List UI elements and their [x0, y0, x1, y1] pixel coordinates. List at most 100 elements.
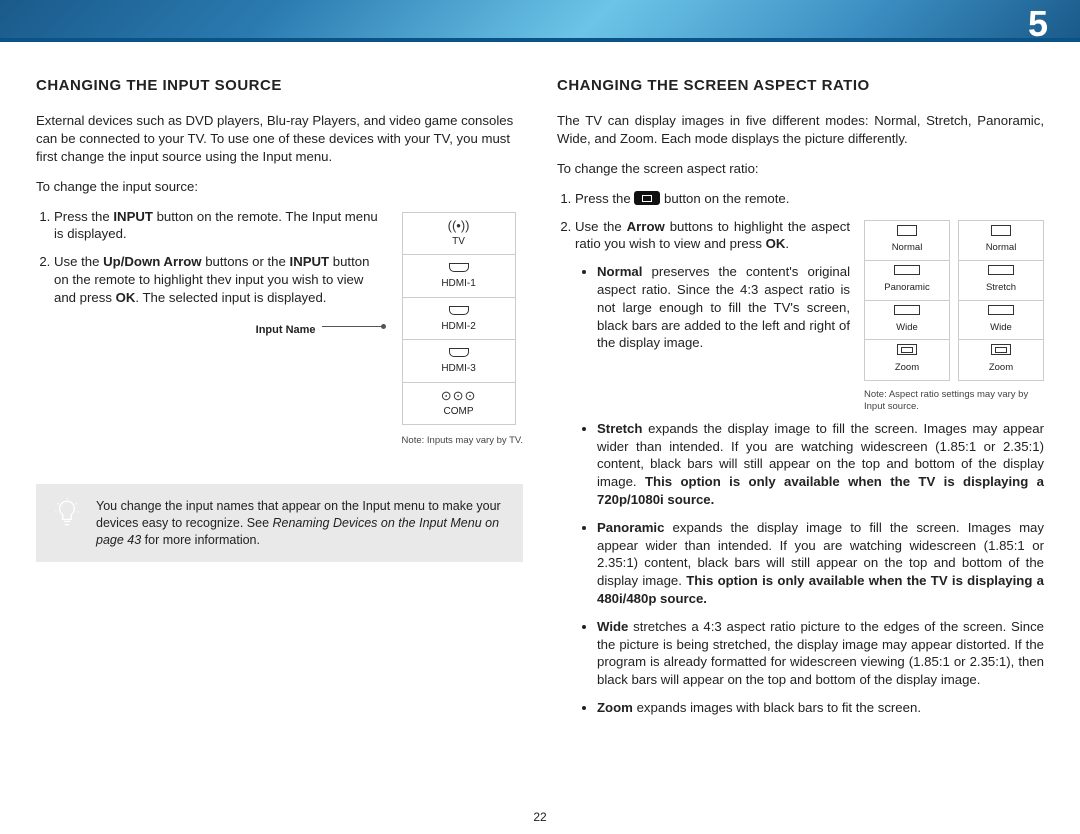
arrow-bold: Arrow: [627, 219, 665, 234]
row-normal: Normal: [959, 221, 1043, 262]
input-note: Note: Inputs may vary by TV.: [402, 435, 523, 448]
l: Normal: [892, 242, 923, 253]
rect-icon: [991, 344, 1011, 355]
row-zoom: Zoom: [959, 340, 1043, 380]
heading-aspect-ratio: CHANGING THE SCREEN ASPECT RATIO: [557, 76, 1044, 96]
page-number: 22: [0, 810, 1080, 824]
label: HDMI-2: [441, 321, 475, 332]
input-row-comp: ⊙⊙⊙ COMP: [403, 383, 515, 425]
t: Use the: [575, 219, 627, 234]
steps-aspect: Press the button on the remote.: [557, 190, 1044, 208]
nm: Stretch: [597, 421, 642, 436]
mode-list-inline: Normal preserves the content's original …: [575, 263, 850, 352]
content-area: CHANGING THE INPUT SOURCE External devic…: [0, 42, 1080, 727]
input-row-hdmi3: HDMI-3: [403, 340, 515, 383]
tip-text: You change the input names that appear o…: [96, 498, 507, 549]
label: TV: [452, 236, 465, 247]
step-2: Use the Up/Down Arrow buttons or the INP…: [54, 253, 384, 306]
lead-aspect: To change the screen aspect ratio:: [557, 160, 1044, 178]
t: Press the: [575, 191, 634, 206]
component-icon: ⊙⊙⊙: [403, 389, 515, 403]
steps-input-source: Press the INPUT button on the remote. Th…: [36, 208, 384, 307]
rect-icon: [897, 344, 917, 355]
t: Press the: [54, 209, 113, 224]
t: expands images with black bars to fit th…: [633, 700, 921, 715]
input-row-hdmi1: HDMI-1: [403, 255, 515, 298]
l: Panoramic: [884, 282, 929, 293]
mode-list: Stretch expands the display image to fil…: [575, 420, 1044, 717]
input-row-hdmi2: HDMI-2: [403, 298, 515, 341]
l: Wide: [990, 322, 1012, 333]
row-zoom: Zoom: [865, 340, 949, 380]
nm: Panoramic: [597, 520, 664, 535]
bold-note: This option is only available when the T…: [597, 474, 1044, 507]
callout-line: [322, 326, 384, 327]
t: buttons or the: [202, 254, 290, 269]
t: Use the: [54, 254, 103, 269]
hdmi-icon: [403, 346, 515, 360]
aspect-button-icon: [634, 191, 660, 205]
ok-bold: OK: [116, 290, 136, 305]
row-panoramic: Panoramic: [865, 261, 949, 301]
input-bold: INPUT: [113, 209, 153, 224]
t: . The selected input is displayed.: [135, 290, 326, 305]
mode-stretch: Stretch expands the display image to fil…: [597, 420, 1044, 509]
step-1: Press the button on the remote.: [575, 190, 1044, 208]
input-bold: INPUT: [290, 254, 330, 269]
label: COMP: [444, 406, 474, 417]
row-wide: Wide: [959, 301, 1043, 341]
label: HDMI-1: [441, 278, 475, 289]
input-name-callout: Input Name: [36, 317, 384, 338]
right-column: CHANGING THE SCREEN ASPECT RATIO The TV …: [557, 76, 1044, 727]
input-row-tv: ((•)) TV: [403, 213, 515, 256]
row-wide: Wide: [865, 301, 949, 341]
t: button on the remote.: [660, 191, 789, 206]
header-bar: 5: [0, 0, 1080, 42]
row-normal: Normal: [865, 221, 949, 262]
l: Stretch: [986, 282, 1016, 293]
l: Normal: [986, 242, 1017, 253]
aspect-panels-wrap: Normal Panoramic Wide Zoom Normal Stretc…: [864, 218, 1044, 414]
tip-box: You change the input names that appear o…: [36, 484, 523, 563]
lightbulb-icon: [54, 498, 82, 549]
antenna-icon: ((•)): [403, 219, 515, 233]
rect-icon: [897, 225, 917, 236]
mode-normal: Normal preserves the content's original …: [597, 263, 850, 352]
aspect-note: Note: Aspect ratio settings may vary by …: [864, 389, 1044, 414]
label: HDMI-3: [441, 363, 475, 374]
rect-icon: [988, 305, 1014, 315]
aspect-panel-2: Normal Stretch Wide Zoom: [958, 220, 1044, 382]
input-menu-column: ((•)) TV HDMI-1 HDMI-2 HDMI-3: [402, 208, 523, 448]
nm: Zoom: [597, 700, 633, 715]
mode-panoramic: Panoramic expands the display image to f…: [597, 519, 1044, 608]
t: .: [785, 236, 789, 251]
ok-bold: OK: [766, 236, 786, 251]
left-column: CHANGING THE INPUT SOURCE External devic…: [36, 76, 523, 727]
nm: Wide: [597, 619, 628, 634]
l: Zoom: [989, 362, 1013, 373]
steps-aspect-cont: Use the Arrow buttons to highlight the a…: [557, 218, 850, 353]
t: for more information.: [141, 533, 260, 547]
intro-input-source: External devices such as DVD players, Bl…: [36, 112, 523, 165]
intro-aspect: The TV can display images in five differ…: [557, 112, 1044, 148]
chapter-number: 5: [1028, 3, 1048, 45]
step-1: Press the INPUT button on the remote. Th…: [54, 208, 384, 244]
hdmi-icon: [403, 304, 515, 318]
aspect-panel-1: Normal Panoramic Wide Zoom: [864, 220, 950, 382]
lead-input-source: To change the input source:: [36, 178, 523, 196]
input-name-label: Input Name: [256, 323, 316, 338]
nm: Normal: [597, 264, 642, 279]
hdmi-icon: [403, 261, 515, 275]
l: Zoom: [895, 362, 919, 373]
arrow-bold: Up/Down Arrow: [103, 254, 201, 269]
input-menu: ((•)) TV HDMI-1 HDMI-2 HDMI-3: [402, 212, 516, 426]
mode-zoom: Zoom expands images with black bars to f…: [597, 699, 1044, 717]
heading-input-source: CHANGING THE INPUT SOURCE: [36, 76, 523, 96]
rect-icon: [894, 265, 920, 275]
rect-icon: [991, 225, 1011, 236]
rect-icon: [988, 265, 1014, 275]
l: Wide: [896, 322, 918, 333]
step-2: Use the Arrow buttons to highlight the a…: [575, 218, 850, 353]
mode-wide: Wide stretches a 4:3 aspect ratio pictur…: [597, 618, 1044, 689]
rect-icon: [894, 305, 920, 315]
